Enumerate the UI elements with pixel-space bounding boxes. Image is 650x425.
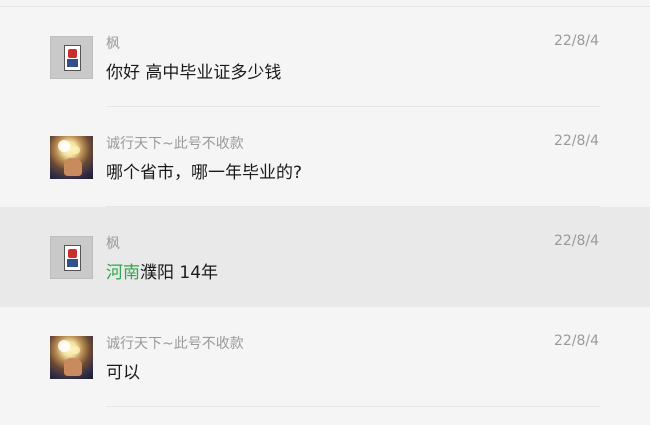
message-text: 可以 [106, 363, 140, 383]
sender-name: 枫 [106, 236, 120, 252]
avatar[interactable] [50, 236, 93, 279]
message-item[interactable]: 诚行天下~此号不收款 22/8/4 哪个省市，哪一年毕业的? [0, 107, 650, 207]
message-time: 22/8/4 [553, 333, 599, 349]
message-item-selected[interactable]: 枫 22/8/4 河南濮阳 14年 [0, 207, 650, 307]
message-text: 哪个省市，哪一年毕业的? [106, 163, 303, 183]
chat-message-list[interactable]: 枫 22/8/4 你好 高中毕业证多少钱 诚行天下~此号不收款 22/8/4 哪… [0, 7, 650, 407]
photo-avatar-icon [58, 140, 70, 152]
stamp-avatar-icon [64, 45, 81, 71]
message-time: 22/8/4 [553, 233, 599, 249]
photo-avatar-icon [58, 340, 70, 352]
message-item[interactable]: 诚行天下~此号不收款 22/8/4 可以 [0, 307, 650, 407]
avatar[interactable] [50, 136, 93, 179]
sender-name: 诚行天下~此号不收款 [106, 136, 244, 152]
message-time: 22/8/4 [553, 133, 599, 149]
message-text: 河南濮阳 14年 [106, 258, 218, 283]
avatar[interactable] [50, 36, 93, 79]
divider [106, 406, 600, 407]
avatar[interactable] [50, 336, 93, 379]
stamp-avatar-icon [64, 245, 81, 271]
sender-name: 枫 [106, 36, 120, 52]
sender-name: 诚行天下~此号不收款 [106, 336, 244, 352]
highlighted-keyword[interactable]: 河南 [106, 263, 140, 283]
message-item[interactable]: 枫 22/8/4 你好 高中毕业证多少钱 [0, 7, 650, 107]
message-text: 你好 高中毕业证多少钱 [106, 63, 282, 83]
message-text-rest: 濮阳 14年 [140, 263, 219, 283]
message-time: 22/8/4 [553, 33, 599, 49]
